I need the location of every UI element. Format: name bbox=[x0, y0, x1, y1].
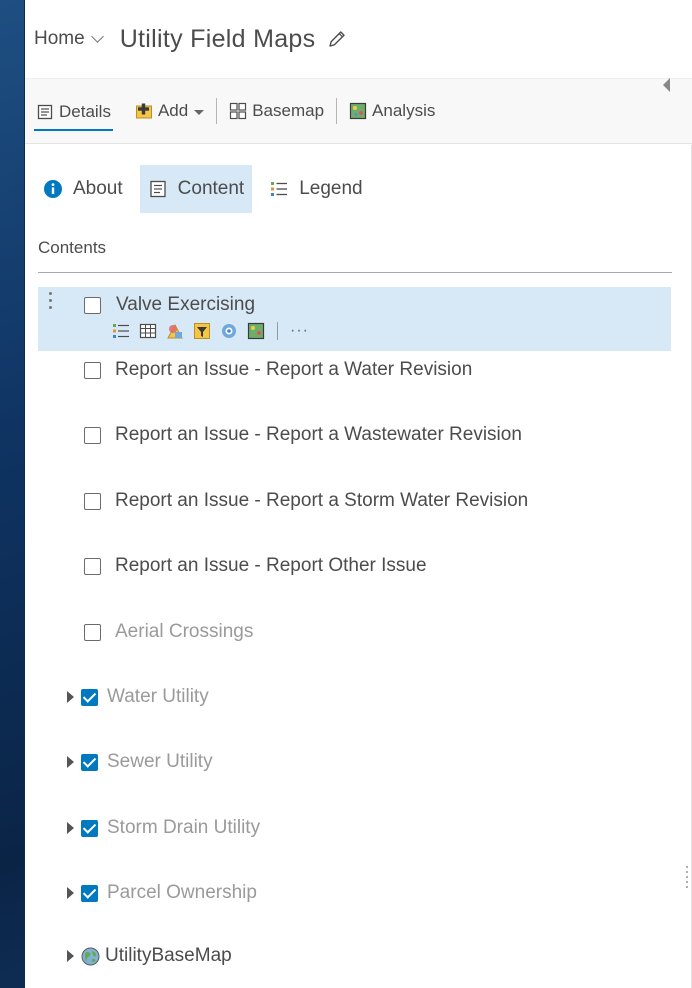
add-button[interactable]: Add bbox=[133, 94, 206, 128]
change-style-icon[interactable] bbox=[166, 322, 184, 340]
layer-checkbox[interactable] bbox=[84, 426, 101, 444]
layer-checkbox[interactable] bbox=[81, 753, 98, 771]
layer-checkbox[interactable] bbox=[84, 623, 101, 641]
toolbar-separator bbox=[336, 98, 338, 124]
perform-analysis-icon[interactable] bbox=[220, 322, 238, 340]
show-map-details-icon[interactable] bbox=[247, 322, 265, 340]
layer-tools: ··· bbox=[112, 322, 309, 340]
layer-checkbox[interactable] bbox=[84, 361, 101, 379]
layer-name: Report an Issue - Report Other Issue bbox=[115, 555, 427, 576]
details-button[interactable]: Details bbox=[34, 95, 113, 131]
collapse-panel-icon[interactable] bbox=[663, 78, 670, 92]
layer-checkbox[interactable] bbox=[84, 296, 101, 314]
contents-heading: Contents bbox=[38, 238, 107, 257]
tab-legend[interactable]: Legend bbox=[261, 165, 370, 213]
caret-down-icon bbox=[194, 109, 205, 115]
layer-item[interactable]: Report an Issue - Report Other Issue bbox=[84, 555, 427, 577]
add-label: Add bbox=[157, 101, 189, 120]
layer-item[interactable]: Report an Issue - Report a Water Revisio… bbox=[84, 359, 472, 381]
analysis-label: Analysis bbox=[372, 101, 436, 120]
layer-checkbox[interactable] bbox=[81, 688, 98, 706]
basemap-label: Basemap bbox=[252, 101, 325, 120]
tab-legend-label: Legend bbox=[299, 178, 363, 199]
show-table-icon[interactable] bbox=[139, 322, 157, 340]
more-options-icon[interactable]: ··· bbox=[290, 322, 309, 340]
toolbar-separator bbox=[216, 98, 218, 124]
pencil-icon[interactable] bbox=[327, 29, 347, 49]
info-icon bbox=[44, 180, 62, 198]
layer-name: Parcel Ownership bbox=[107, 882, 257, 903]
tool-separator bbox=[277, 322, 278, 340]
globe-icon bbox=[81, 947, 100, 965]
layer-group[interactable]: Water Utility bbox=[67, 686, 209, 708]
layer-name: Report an Issue - Report a Water Revisio… bbox=[115, 359, 473, 380]
layer-name: UtilityBaseMap bbox=[105, 945, 232, 966]
layer-item[interactable]: Aerial Crossings bbox=[84, 621, 253, 643]
map-viewer-app: Home Utility Field Maps Details Add Base… bbox=[24, 0, 692, 988]
expand-triangle-icon[interactable] bbox=[67, 691, 74, 703]
map-title: Utility Field Maps bbox=[119, 24, 316, 53]
layer-checkbox[interactable] bbox=[81, 819, 98, 837]
layer-name: Storm Drain Utility bbox=[107, 817, 261, 838]
chevron-down-icon bbox=[90, 30, 104, 43]
details-tabs: About Content Legend bbox=[25, 144, 692, 234]
layer-group[interactable]: Parcel Ownership bbox=[67, 882, 257, 904]
layer-name: Aerial Crossings bbox=[115, 621, 254, 642]
tab-content-label: Content bbox=[177, 178, 245, 199]
add-icon bbox=[135, 103, 152, 119]
drag-handle-icon[interactable] bbox=[49, 292, 53, 309]
expand-triangle-icon[interactable] bbox=[67, 950, 74, 962]
layer-checkbox[interactable] bbox=[84, 557, 101, 575]
contents-divider bbox=[38, 272, 672, 273]
analysis-icon bbox=[349, 102, 367, 120]
show-legend-icon[interactable] bbox=[112, 322, 130, 340]
layer-name: Valve Exercising bbox=[116, 294, 256, 315]
tab-content[interactable]: Content bbox=[139, 165, 253, 213]
map-header: Home Utility Field Maps bbox=[25, 0, 692, 78]
layer-name: Sewer Utility bbox=[107, 751, 213, 772]
layer-item[interactable]: Valve Exercising bbox=[84, 294, 255, 316]
tab-about-label: About bbox=[73, 178, 123, 199]
filter-icon[interactable] bbox=[193, 322, 211, 340]
home-menu[interactable]: Home bbox=[34, 28, 104, 50]
expand-triangle-icon[interactable] bbox=[67, 887, 74, 899]
layer-group[interactable]: UtilityBaseMap bbox=[67, 945, 232, 967]
basemap-button[interactable]: Basemap bbox=[227, 94, 326, 128]
layer-item[interactable]: Report an Issue - Report a Wastewater Re… bbox=[84, 424, 522, 446]
tab-about[interactable]: About bbox=[35, 165, 131, 213]
layer-group[interactable]: Storm Drain Utility bbox=[67, 817, 260, 839]
details-label: Details bbox=[59, 102, 111, 121]
legend-icon bbox=[271, 182, 288, 196]
main-toolbar: Details Add Basemap Analysis bbox=[25, 78, 692, 144]
layer-item[interactable]: Report an Issue - Report a Storm Water R… bbox=[84, 490, 528, 512]
expand-triangle-icon[interactable] bbox=[67, 822, 74, 834]
content-icon bbox=[150, 180, 166, 198]
layer-group[interactable]: Sewer Utility bbox=[67, 751, 213, 773]
layer-checkbox[interactable] bbox=[81, 884, 98, 902]
resize-handle-icon[interactable] bbox=[686, 866, 688, 888]
layer-name: Water Utility bbox=[107, 686, 209, 707]
details-icon bbox=[37, 104, 53, 120]
layer-name: Report an Issue - Report a Storm Water R… bbox=[115, 490, 529, 511]
layer-checkbox[interactable] bbox=[84, 492, 101, 510]
analysis-button[interactable]: Analysis bbox=[347, 94, 437, 128]
home-label: Home bbox=[34, 28, 85, 49]
expand-triangle-icon[interactable] bbox=[67, 756, 74, 768]
layer-name: Report an Issue - Report a Wastewater Re… bbox=[115, 424, 522, 445]
basemap-grid-icon bbox=[230, 102, 247, 120]
